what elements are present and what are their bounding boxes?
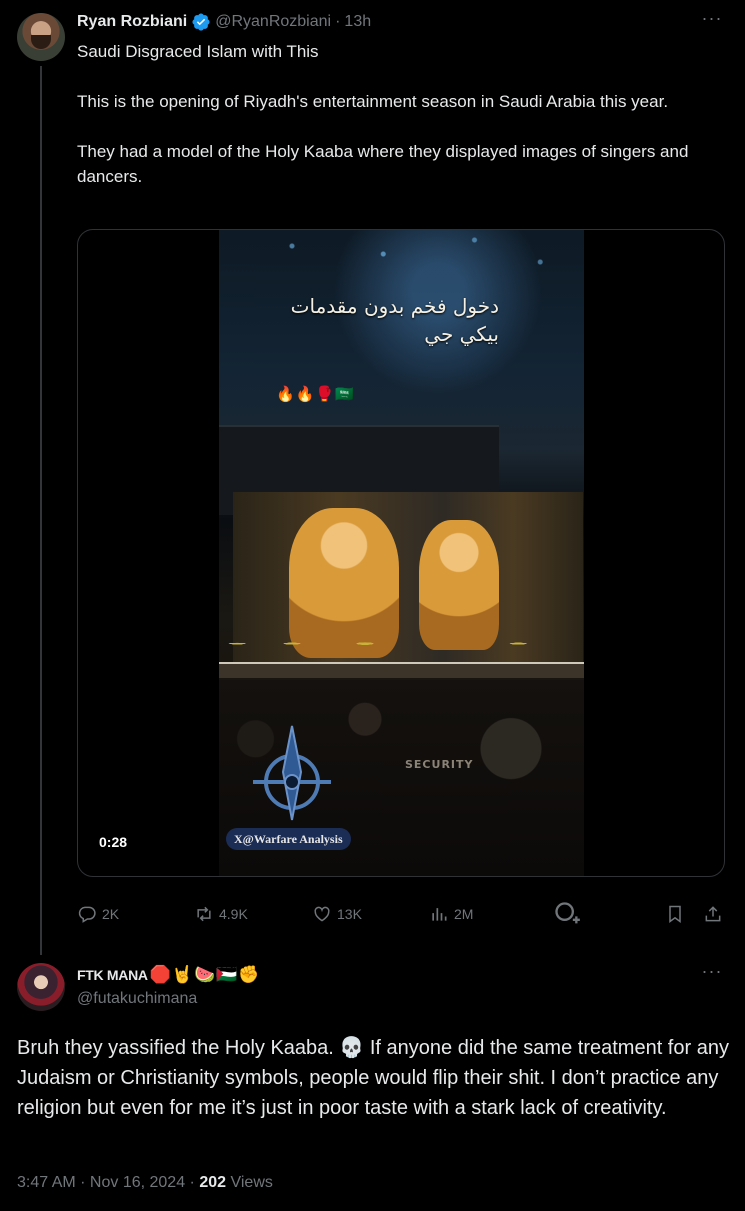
video-duration: 0:28	[95, 832, 132, 852]
reply-header: FTK MANA 🛑🤘🍉🇵🇸✊	[77, 965, 261, 985]
tweet-time[interactable]: 13h	[344, 13, 371, 31]
tweet-paragraph: This is the opening of Riyadh's entertai…	[77, 92, 669, 111]
more-options-icon[interactable]: ···	[701, 962, 723, 987]
analytics-icon	[432, 908, 447, 921]
arabic-caption-line: دخول فخم بدون مقدمات	[290, 294, 499, 318]
view-count: 2M	[454, 906, 474, 922]
dancers	[219, 610, 584, 666]
grok-button[interactable]	[553, 902, 586, 926]
reply-count: 2K	[102, 906, 120, 922]
tweet-text: Saudi Disgraced Islam with This This is …	[77, 39, 717, 189]
reply-button[interactable]: 2K	[77, 902, 119, 926]
share-icon	[705, 906, 721, 922]
reply-author-name[interactable]: FTK MANA	[77, 967, 148, 983]
repost-button[interactable]: 4.9K	[194, 902, 248, 926]
bookmark-button[interactable]	[665, 902, 690, 926]
video-player[interactable]: SECURITY دخول فخم بدون مقدمات بيكي جي 🔥🔥…	[77, 229, 725, 877]
reply-text: Bruh they yassified the Holy Kaaba. 💀 If…	[17, 1037, 729, 1119]
caption-emojis: 🔥🔥🥊🇸🇦	[276, 386, 355, 403]
thread-connector-line	[40, 66, 42, 955]
views-count[interactable]: 202	[199, 1174, 226, 1191]
tweet-meta: 3:47 AM · Nov 16, 2024 · 202 Views	[17, 1174, 273, 1192]
views-button[interactable]: 2M	[429, 902, 473, 926]
name-emojis: 🛑🤘🍉🇵🇸✊	[149, 965, 261, 984]
action-bar: 2K 4.9K 13K 2M	[77, 900, 725, 928]
timestamp[interactable]: 3:47 AM · Nov 16, 2024 ·	[17, 1174, 199, 1191]
author-handle[interactable]: @RyanRozbiani	[215, 13, 331, 31]
repost-icon	[197, 906, 211, 922]
more-options-icon[interactable]: ···	[701, 9, 723, 34]
video-frame[interactable]: SECURITY دخول فخم بدون مقدمات بيكي جي 🔥🔥…	[219, 230, 584, 876]
views-label: Views	[226, 1174, 273, 1191]
reply-author-handle[interactable]: @futakuchimana	[77, 990, 197, 1008]
original-tweet: Ryan Rozbiani @RyanRozbiani · 13h ··· Sa…	[0, 0, 745, 955]
separator-dot: ·	[335, 13, 341, 30]
security-vest-text: SECURITY	[405, 758, 474, 771]
reply-icon	[78, 906, 96, 923]
reply-author-avatar[interactable]	[17, 963, 65, 1011]
verified-badge-icon	[191, 12, 211, 32]
author-avatar[interactable]	[17, 13, 65, 61]
like-count: 13K	[337, 906, 362, 922]
bookmark-icon	[669, 905, 681, 923]
stage-edge	[219, 662, 584, 678]
repost-count: 4.9K	[219, 906, 248, 922]
arabic-caption: دخول فخم بدون مقدمات بيكي جي	[259, 292, 499, 348]
grok-icon	[555, 902, 580, 924]
warfare-analysis-logo-icon	[253, 725, 331, 821]
tweet-paragraph: Saudi Disgraced Islam with This	[77, 42, 319, 61]
arabic-caption-line: بيكي جي	[424, 322, 499, 346]
share-button[interactable]	[703, 902, 728, 926]
heart-icon	[314, 906, 330, 922]
reply-tweet: FTK MANA 🛑🤘🍉🇵🇸✊ @futakuchimana ··· Bruh …	[0, 955, 745, 1211]
like-button[interactable]: 13K	[312, 902, 362, 926]
author-name[interactable]: Ryan Rozbiani	[77, 13, 187, 31]
tweet-paragraph: They had a model of the Holy Kaaba where…	[77, 142, 689, 186]
watermark-badge: X@Warfare Analysis	[226, 828, 351, 850]
tweet-header: Ryan Rozbiani @RyanRozbiani · 13h	[77, 11, 371, 33]
